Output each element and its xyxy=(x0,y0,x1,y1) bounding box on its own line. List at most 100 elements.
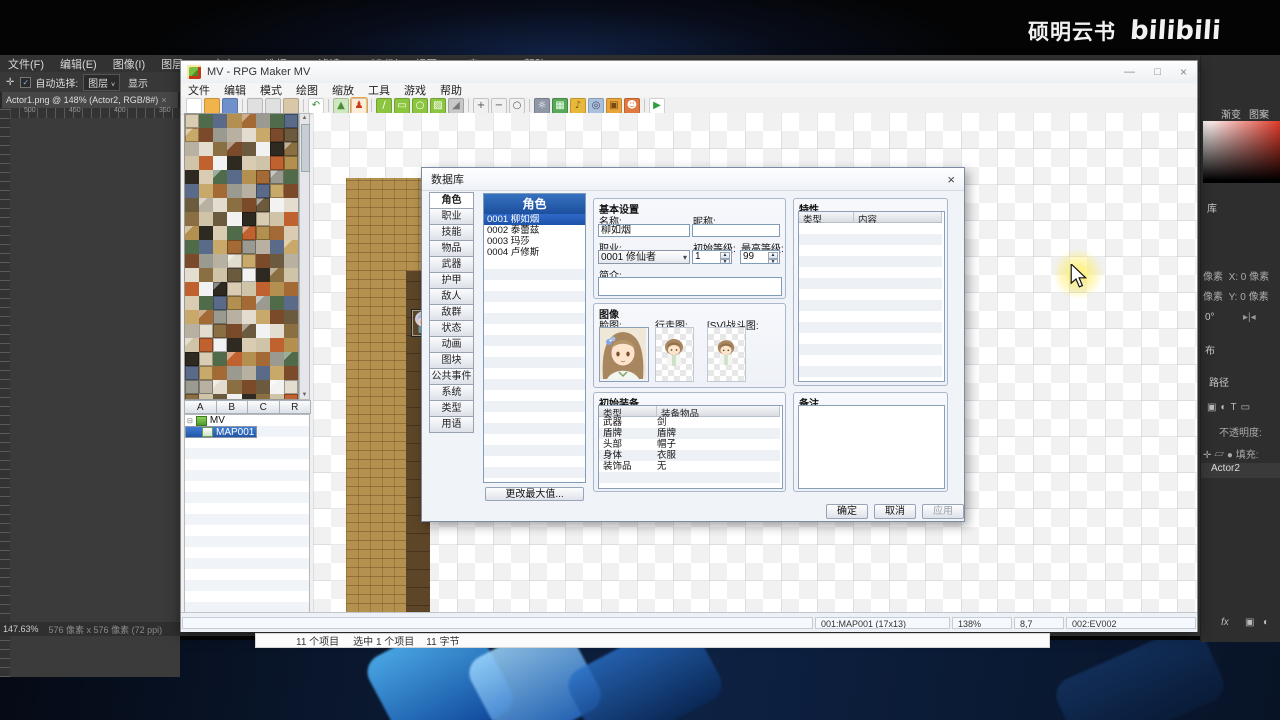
tab-gradient[interactable]: 渐变 xyxy=(1221,106,1241,121)
palette-tile[interactable] xyxy=(269,184,284,198)
max-level-spinner[interactable]: 99 ▲ ▼ xyxy=(740,250,780,264)
palette-tile[interactable] xyxy=(185,282,200,296)
palette-tile[interactable] xyxy=(283,338,298,352)
palette-tab[interactable]: C xyxy=(247,400,280,414)
palette-tile[interactable] xyxy=(283,268,298,282)
palette-tile[interactable] xyxy=(269,240,284,254)
spinner-arrows[interactable]: ▲ ▼ xyxy=(720,252,730,263)
palette-tile[interactable] xyxy=(227,142,242,156)
palette-tile[interactable] xyxy=(283,142,298,156)
palette-tile[interactable] xyxy=(241,282,256,296)
tab-libraries[interactable]: 库 xyxy=(1207,200,1217,215)
separator[interactable] xyxy=(529,99,530,112)
db-category-tab[interactable]: 用语 xyxy=(429,416,474,433)
palette-tile[interactable] xyxy=(213,310,228,324)
change-maximum-button[interactable]: 更改最大值... xyxy=(485,487,584,501)
zoom-in-icon[interactable]: + xyxy=(473,97,489,114)
rpg-menu-item[interactable]: 帮助 xyxy=(433,82,469,98)
close-icon[interactable]: × xyxy=(1180,65,1187,79)
palette-tile[interactable] xyxy=(199,114,214,128)
lock-icons[interactable]: ✛ ▱ ● xyxy=(1203,450,1233,461)
save-project-icon[interactable] xyxy=(222,97,238,114)
db-category-tab[interactable]: 物品 xyxy=(429,240,474,257)
palette-tile[interactable] xyxy=(199,338,214,352)
palette-tile[interactable] xyxy=(213,184,228,198)
palette-tile[interactable] xyxy=(213,156,228,170)
name-input[interactable]: 柳如烟 xyxy=(598,224,690,237)
scrollbar-thumb[interactable] xyxy=(301,124,310,172)
palette-tile[interactable] xyxy=(185,380,200,394)
palette-tile[interactable] xyxy=(213,282,228,296)
palette-tile[interactable] xyxy=(255,324,270,338)
palette-tile[interactable] xyxy=(227,338,242,352)
actor-list-item[interactable]: 0004 卢修斯 xyxy=(484,247,585,258)
palette-tile[interactable] xyxy=(269,338,284,352)
palette-tile[interactable] xyxy=(255,254,270,268)
palette-tile[interactable] xyxy=(269,324,284,338)
palette-tile[interactable] xyxy=(185,254,200,268)
palette-tile[interactable] xyxy=(255,226,270,240)
palette-tile[interactable] xyxy=(213,240,228,254)
fx-icon[interactable]: fx xyxy=(1221,617,1229,628)
layer-panel-icons[interactable]: ▣◐T▭ xyxy=(1207,402,1254,413)
tileset-palette-grid[interactable] xyxy=(184,113,299,400)
palette-tile[interactable] xyxy=(199,324,214,338)
palette-tile[interactable] xyxy=(283,282,298,296)
paste-icon[interactable] xyxy=(283,97,299,114)
palette-tile[interactable] xyxy=(269,366,284,380)
palette-tile[interactable] xyxy=(213,338,228,352)
apply-button[interactable]: 应用 xyxy=(922,504,964,519)
palette-tile[interactable] xyxy=(269,114,284,128)
palette-tile[interactable] xyxy=(283,254,298,268)
palette-tile[interactable] xyxy=(241,310,256,324)
map-tree-project-row[interactable]: ⊟ MV xyxy=(185,415,309,426)
palette-tile[interactable] xyxy=(185,268,200,282)
palette-tile[interactable] xyxy=(241,366,256,380)
palette-tile[interactable] xyxy=(241,114,256,128)
db-category-tab[interactable]: 动画 xyxy=(429,336,474,353)
x-position[interactable]: X: 0 像素 xyxy=(1229,272,1270,283)
palette-tile[interactable] xyxy=(185,198,200,212)
db-category-tab[interactable]: 职业 xyxy=(429,208,474,225)
palette-tile[interactable] xyxy=(213,366,228,380)
ps-menu-item[interactable]: 文件(F) xyxy=(0,56,52,72)
note-textarea[interactable] xyxy=(798,405,945,489)
palette-tile[interactable] xyxy=(185,310,200,324)
palette-tile[interactable] xyxy=(213,352,228,366)
palette-tile[interactable] xyxy=(283,184,298,198)
pencil-tool-icon[interactable]: ∕ xyxy=(376,97,392,114)
rpg-menu-item[interactable]: 编辑 xyxy=(217,82,253,98)
palette-tile[interactable] xyxy=(241,170,256,184)
db-category-tab[interactable]: 技能 xyxy=(429,224,474,241)
palette-tile[interactable] xyxy=(269,128,284,142)
palette-tile[interactable] xyxy=(283,352,298,366)
palette-tile[interactable] xyxy=(269,296,284,310)
rpgmaker-titlebar[interactable]: MV - RPG Maker MV — □ × xyxy=(181,61,1197,84)
ps-menu-item[interactable]: 图像(I) xyxy=(105,56,153,72)
palette-tile[interactable] xyxy=(213,114,228,128)
db-category-tab[interactable]: 敌人 xyxy=(429,288,474,305)
map-mode-icon[interactable]: ▲ xyxy=(333,97,349,114)
palette-tile[interactable] xyxy=(269,310,284,324)
db-category-tab[interactable]: 武器 xyxy=(429,256,474,273)
palette-tile[interactable] xyxy=(185,184,200,198)
palette-tile[interactable] xyxy=(227,240,242,254)
palette-tile[interactable] xyxy=(255,170,270,184)
separator[interactable] xyxy=(371,99,372,112)
palette-tile[interactable] xyxy=(241,380,256,394)
palette-tile[interactable] xyxy=(269,282,284,296)
palette-tile[interactable] xyxy=(255,352,270,366)
palette-tile[interactable] xyxy=(241,352,256,366)
palette-tile[interactable] xyxy=(199,352,214,366)
palette-tile[interactable] xyxy=(213,324,228,338)
ok-button[interactable]: 确定 xyxy=(826,504,868,519)
palette-tile[interactable] xyxy=(269,226,284,240)
palette-tile[interactable] xyxy=(269,156,284,170)
palette-tile[interactable] xyxy=(199,254,214,268)
palette-tile[interactable] xyxy=(241,142,256,156)
cut-icon[interactable] xyxy=(247,97,263,114)
cancel-button[interactable]: 取消 xyxy=(874,504,916,519)
palette-tile[interactable] xyxy=(255,128,270,142)
actor-list-item[interactable]: 0001 柳如烟 xyxy=(484,214,585,225)
actor-list-item[interactable]: 0003 玛莎 xyxy=(484,236,585,247)
